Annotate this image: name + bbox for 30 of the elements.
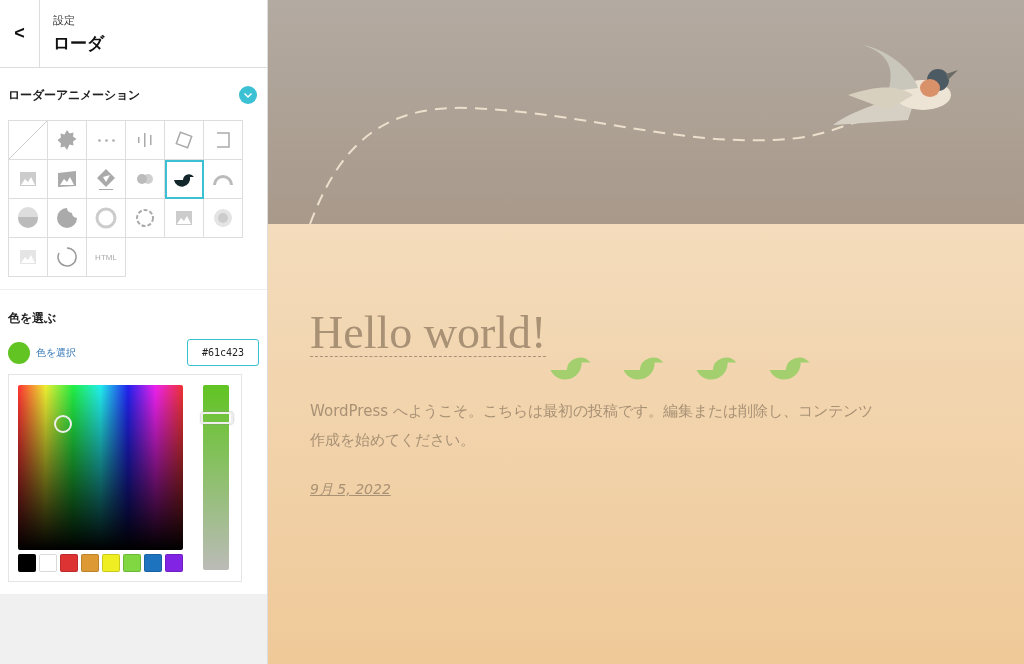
breadcrumb: 設定 [53, 12, 76, 28]
dots-icon [97, 138, 115, 142]
ring-icon [94, 206, 118, 230]
chevron-down-icon[interactable] [239, 86, 257, 104]
half-circle-icon [16, 206, 40, 230]
color-swatch[interactable] [144, 554, 162, 572]
current-color-swatch[interactable] [8, 341, 30, 364]
section-title: ローダーアニメーション [8, 86, 140, 104]
color-swatch[interactable] [81, 554, 99, 572]
color-swatch[interactable] [39, 554, 57, 572]
spinner-icon [55, 245, 79, 269]
color-field-handle[interactable] [54, 415, 72, 433]
hex-input[interactable]: #61c423 [187, 339, 259, 366]
color-swatch[interactable] [102, 554, 120, 572]
loader-option[interactable] [165, 160, 204, 199]
color-swatch[interactable] [60, 554, 78, 572]
section-title: 色を選ぶ [8, 310, 57, 327]
slash-icon [9, 121, 47, 159]
dot-icon [211, 206, 235, 230]
color-swatch[interactable] [18, 554, 36, 572]
select-color-link[interactable]: 色を選択 [36, 345, 187, 360]
slider-handle[interactable] [201, 412, 233, 425]
color-swatch[interactable] [123, 554, 141, 572]
burst-icon [55, 128, 79, 152]
cookie-icon [55, 206, 79, 230]
color-swatch[interactable] [165, 554, 183, 572]
post-excerpt: WordPress へようこそ。こちらは最初の投稿です。編集または削除し、コンテンツ作成を始めてください。 [310, 401, 874, 451]
panel-title: ローダ [53, 31, 104, 55]
color-field[interactable] [18, 385, 183, 550]
dashed-ring-icon [133, 206, 157, 230]
